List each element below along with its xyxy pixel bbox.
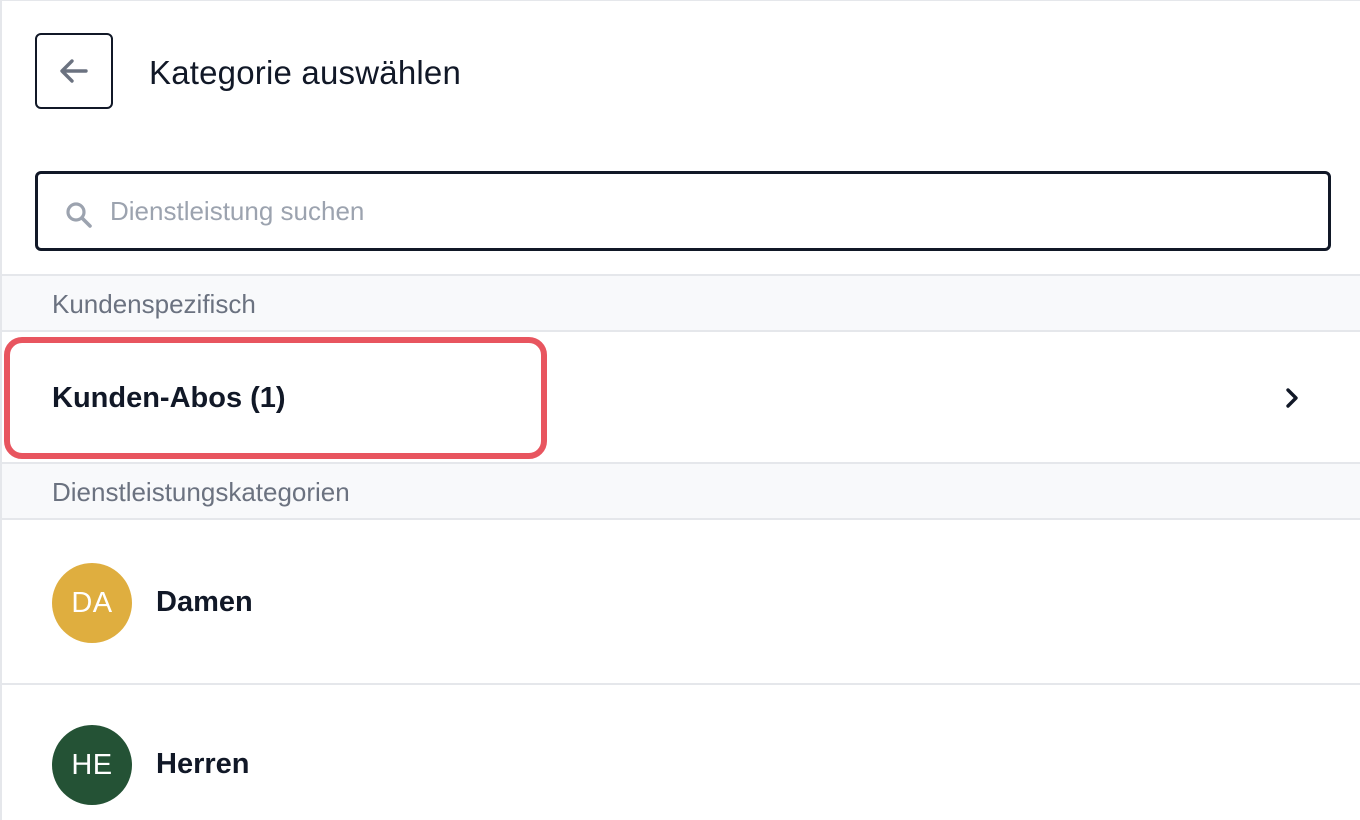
section-title: Dienstleistungskategorien — [52, 477, 350, 507]
section-header-kundenspezifisch: Kundenspezifisch — [2, 274, 1360, 332]
avatar: HE — [52, 725, 132, 805]
category-selection-panel: Kategorie auswählen Kundenspezifisch Kun… — [0, 0, 1360, 820]
section-header-dienstleistungskategorien: Dienstleistungskategorien — [2, 462, 1360, 520]
list-item-label: Damen — [156, 586, 253, 618]
list-item-kunden-abos[interactable]: Kunden-Abos (1) — [2, 332, 1360, 464]
search-icon — [66, 202, 92, 228]
arrow-left-icon — [60, 59, 88, 83]
chevron-right-icon — [1286, 388, 1298, 408]
page-title: Kategorie auswählen — [149, 54, 462, 91]
list-item-label: Herren — [156, 748, 250, 780]
avatar: DA — [52, 563, 132, 643]
search-input[interactable] — [110, 188, 1300, 234]
panel-header: Kategorie auswählen — [2, 1, 1360, 151]
back-button[interactable] — [35, 33, 113, 109]
list-item-herren[interactable]: HE Herren — [2, 685, 1360, 820]
list-item-label: Kunden-Abos (1) — [52, 382, 286, 414]
search-field[interactable] — [35, 171, 1331, 251]
section-title: Kundenspezifisch — [52, 289, 256, 319]
list-item-damen[interactable]: DA Damen — [2, 520, 1360, 685]
